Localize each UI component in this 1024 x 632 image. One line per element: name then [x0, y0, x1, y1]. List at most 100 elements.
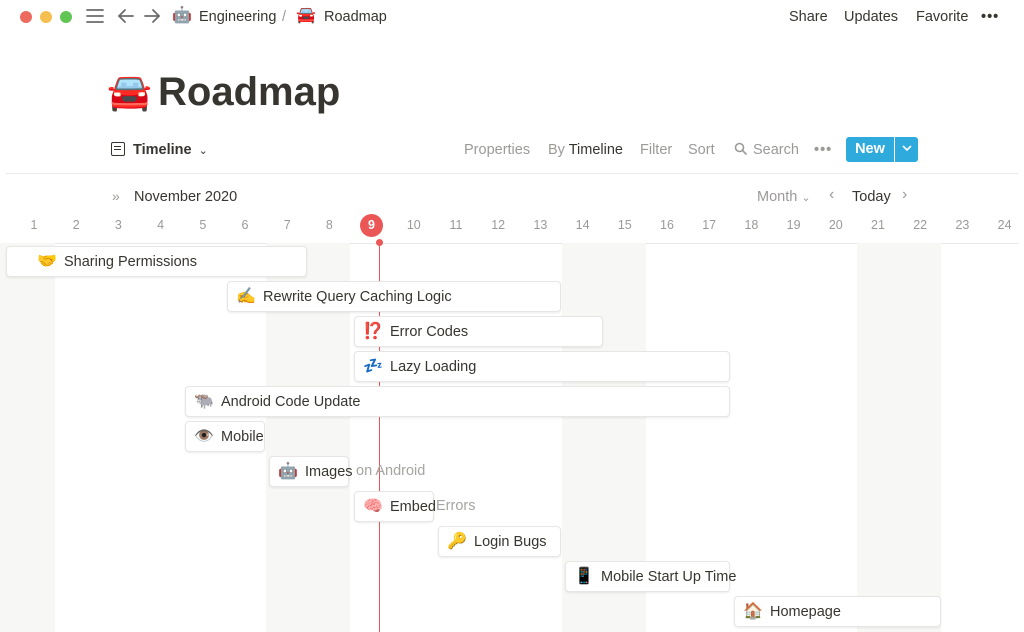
timeline-card[interactable]: 🤝 Sharing Permissions — [6, 246, 307, 277]
month-label: November 2020 — [134, 189, 238, 205]
zoom-selector[interactable]: Month ⌄ — [757, 188, 811, 207]
view-selector[interactable]: Timeline ⌄ — [111, 140, 208, 161]
timeline-card[interactable]: 💤 Lazy Loading — [354, 351, 730, 382]
more-options-button[interactable]: ••• — [981, 7, 999, 27]
day-label: 10 — [406, 218, 421, 232]
day-label: 19 — [786, 218, 801, 232]
timeline-card[interactable]: 🤖 Images — [269, 456, 353, 487]
day-label: 8 — [325, 218, 333, 232]
breadcrumb-separator: / — [282, 9, 287, 25]
card-label: Sharing Permissions — [64, 254, 197, 270]
weekend-band — [857, 243, 941, 632]
timeline-card[interactable]: ⁉️ Error Codes — [354, 316, 603, 347]
search-label: Search — [753, 142, 799, 158]
day-label: 17 — [702, 218, 717, 232]
search-button[interactable]: Search — [734, 141, 799, 159]
properties-button[interactable]: Properties — [464, 141, 530, 159]
window-minimize-button[interactable] — [40, 11, 52, 23]
day-label: 1 — [30, 218, 38, 232]
timeline-card[interactable]: 🔑 Login Bugs — [438, 526, 561, 557]
today-dot — [376, 239, 383, 246]
day-label: 20 — [828, 218, 843, 232]
new-dropdown-button[interactable] — [895, 137, 918, 162]
day-label: 2 — [72, 218, 80, 232]
share-button[interactable]: Share — [789, 7, 828, 27]
today-button[interactable]: Today — [852, 188, 891, 206]
sidebar-menu-icon[interactable] — [86, 5, 104, 32]
today-marker: 9 — [360, 214, 383, 237]
interrobang-icon: ⁉️ — [363, 323, 383, 340]
day-label: 18 — [744, 218, 759, 232]
favorite-button[interactable]: Favorite — [916, 7, 968, 27]
day-label: 24 — [997, 218, 1012, 232]
breadcrumb-engineering[interactable]: Engineering — [199, 7, 276, 27]
day-label: 11 — [449, 218, 463, 232]
card-label: Homepage — [770, 604, 841, 620]
updates-button[interactable]: Updates — [844, 7, 898, 27]
chevron-down-icon: ⌄ — [801, 192, 811, 204]
card-label: Login Bugs — [474, 534, 547, 550]
chevron-down-icon — [901, 145, 912, 152]
breadcrumb-roadmap[interactable]: Roadmap — [324, 7, 387, 27]
timeline-card[interactable]: ✍️ Rewrite Query Caching Logic — [227, 281, 561, 312]
card-overflow-label: Errors — [436, 498, 476, 514]
zoom-label: Month — [757, 189, 798, 205]
robot-icon: 🤖 — [278, 463, 298, 480]
water-buffalo-icon: 🐃 — [194, 393, 214, 410]
writing-hand-icon: ✍️ — [236, 288, 256, 305]
timeline-card[interactable]: 📱 Mobile Start Up Time — [565, 561, 736, 592]
timeline-card[interactable]: 👁️ Mobile — [185, 421, 265, 452]
sort-button[interactable]: Sort — [688, 141, 715, 159]
timeline-card[interactable]: 🏠 Homepage — [734, 596, 941, 627]
card-label: Lazy Loading — [390, 359, 477, 375]
card-label: Images — [305, 464, 353, 480]
view-name: Timeline — [133, 142, 192, 158]
car-icon: 🚘 — [296, 7, 316, 24]
day-label: 7 — [283, 218, 291, 232]
group-by-prefix: By — [548, 142, 565, 158]
robot-icon: 🤖 — [172, 7, 192, 24]
day-label: 14 — [575, 218, 590, 232]
timeline-card[interactable]: 🐃 Android Code Update — [185, 386, 730, 417]
timeline-card[interactable]: 🧠 Embed — [354, 491, 436, 522]
new-button[interactable]: New — [846, 137, 894, 162]
card-label: Rewrite Query Caching Logic — [263, 289, 452, 305]
card-label: Mobile — [221, 429, 264, 445]
chevron-down-icon: ⌄ — [198, 145, 208, 157]
group-by-value: Timeline — [568, 142, 623, 158]
filter-button[interactable]: Filter — [640, 141, 672, 159]
day-label: 12 — [491, 218, 506, 232]
timeline-view-icon — [111, 142, 125, 156]
day-label: 21 — [871, 218, 885, 232]
card-label: Mobile Start Up Time — [601, 569, 737, 585]
window-close-button[interactable] — [20, 11, 32, 23]
card-label: Android Code Update — [221, 394, 361, 410]
eye-icon: 👁️ — [194, 428, 214, 445]
day-label: 4 — [157, 218, 165, 232]
handshake-icon: 🤝 — [37, 253, 57, 270]
day-label: 23 — [955, 218, 970, 232]
day-label: 16 — [660, 218, 674, 232]
mobile-phone-icon: 📱 — [574, 568, 594, 585]
zzz-icon: 💤 — [363, 358, 383, 375]
day-label: 3 — [114, 218, 122, 232]
page-icon[interactable]: 🚘 — [107, 68, 152, 116]
view-more-button[interactable]: ••• — [814, 141, 832, 159]
card-label: Embed — [390, 499, 436, 515]
day-label: 13 — [533, 218, 548, 232]
brain-icon: 🧠 — [363, 498, 383, 515]
key-icon: 🔑 — [447, 533, 467, 550]
forward-arrow-icon[interactable] — [143, 5, 161, 32]
top-bar: 🤖 Engineering / 🚘 Roadmap Share Updates … — [0, 0, 1024, 34]
collapse-icon[interactable]: » — [112, 187, 120, 205]
search-icon — [734, 142, 747, 155]
day-label: 22 — [913, 218, 928, 232]
card-label: Error Codes — [390, 324, 469, 340]
group-by-button[interactable]: By Timeline — [548, 141, 623, 159]
window-zoom-button[interactable] — [60, 11, 72, 23]
house-icon: 🏠 — [743, 603, 763, 620]
page-title[interactable]: Roadmap — [158, 66, 340, 118]
next-month-button[interactable]: › — [902, 186, 907, 204]
back-arrow-icon[interactable] — [117, 5, 135, 32]
previous-month-button[interactable]: ‹ — [829, 186, 834, 204]
